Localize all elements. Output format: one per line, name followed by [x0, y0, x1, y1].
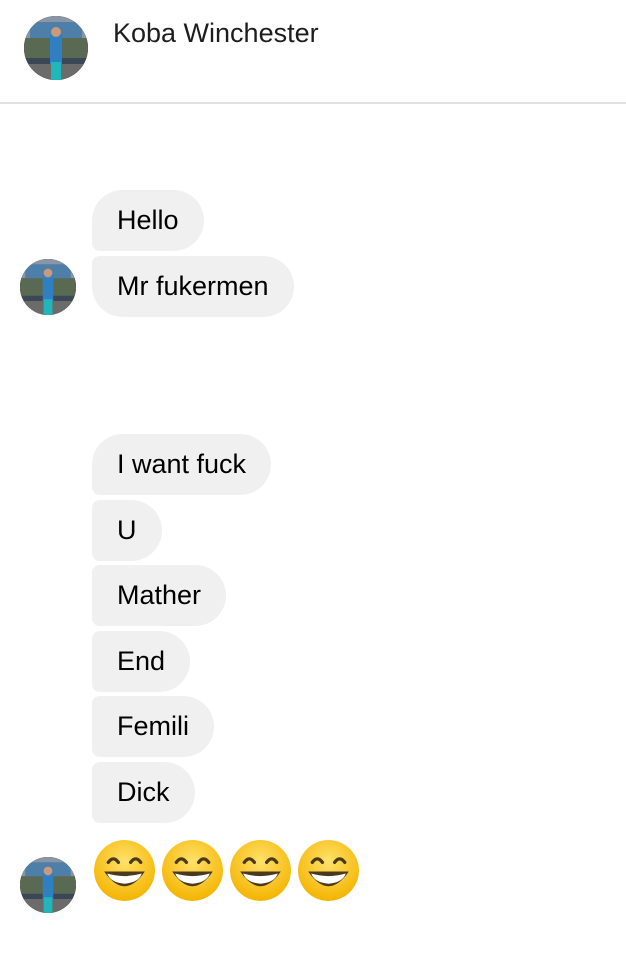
- grinning-face-icon: [228, 838, 293, 903]
- message-bubble[interactable]: Dick: [92, 762, 195, 823]
- contact-avatar[interactable]: [24, 16, 88, 80]
- message-bubble[interactable]: Mather: [92, 565, 227, 626]
- grinning-face-icon: [296, 838, 361, 903]
- message-bubble[interactable]: Hello: [92, 190, 204, 251]
- chat-header: Koba Winchester: [0, 0, 626, 104]
- grinning-face-icon: [92, 838, 157, 903]
- sender-avatar[interactable]: [20, 259, 76, 315]
- contact-name[interactable]: Koba Winchester: [113, 16, 319, 50]
- message-bubble[interactable]: I want fuck: [92, 434, 272, 495]
- emoji-message[interactable]: [92, 838, 361, 904]
- message-bubble[interactable]: Femili: [92, 696, 214, 757]
- message-bubble[interactable]: U: [92, 500, 162, 561]
- sender-avatar[interactable]: [20, 857, 76, 913]
- message-bubble[interactable]: End: [92, 631, 191, 692]
- grinning-face-icon: [160, 838, 225, 903]
- message-bubble[interactable]: Mr fukermen: [92, 256, 294, 317]
